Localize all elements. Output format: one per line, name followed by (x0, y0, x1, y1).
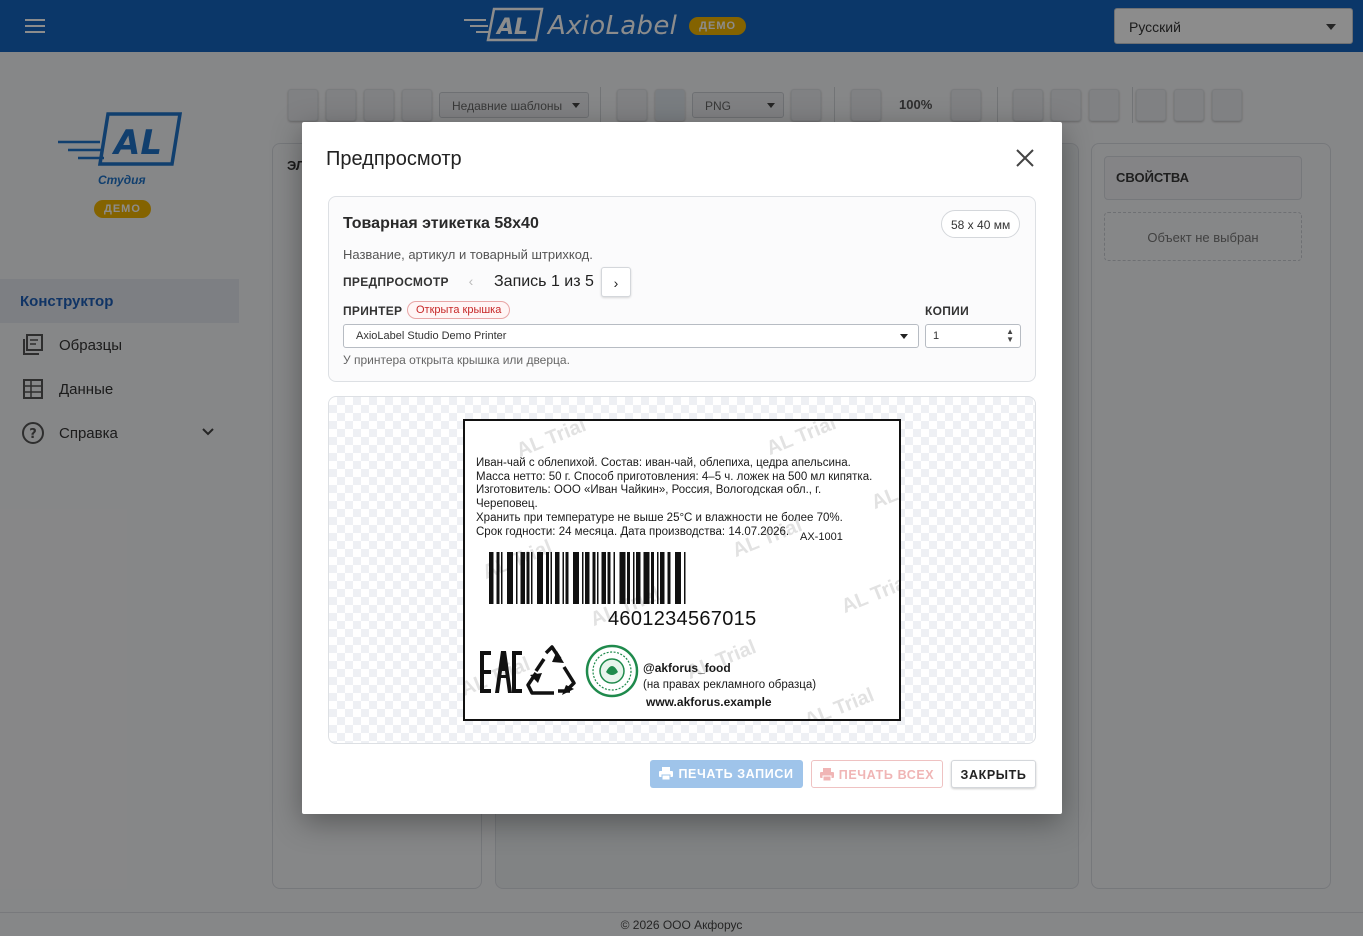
barcode-bar (526, 552, 530, 604)
copies-value: 1 (933, 330, 940, 342)
prev-record-button[interactable]: ‹ (457, 268, 485, 296)
print-all-label: ПЕЧАТЬ ВСЕХ (838, 768, 935, 782)
barcode-bar (546, 552, 549, 604)
barcode-bar (667, 552, 671, 604)
barcode-bar (585, 552, 590, 604)
barcode (489, 552, 686, 604)
composition-line: Череповец. (476, 498, 538, 510)
barcode-bar (633, 552, 635, 604)
watermark: AL Trial (868, 466, 901, 514)
barcode-bar (582, 552, 584, 604)
printer-icon (659, 767, 674, 781)
printer-icon (819, 768, 834, 782)
close-button[interactable]: ЗАКРЫТЬ (951, 760, 1036, 788)
barcode-bar (627, 552, 630, 604)
composition-line: Срок годности: 24 месяца. Дата производс… (476, 526, 790, 538)
barcode-bar (489, 552, 494, 604)
barcode-bar (613, 552, 615, 604)
barcode-bar (531, 552, 533, 604)
preview-label: ПРЕДПРОСМОТР (343, 275, 449, 289)
barcode-bar (573, 552, 579, 604)
copies-label: КОПИИ (925, 304, 970, 318)
barcode-bar (657, 552, 659, 604)
social-handle: @akforus_food (643, 661, 731, 675)
barcode-bar (537, 552, 543, 604)
barcode-bar (520, 552, 525, 604)
barcode-bar (619, 552, 626, 604)
barcode-bar (565, 552, 569, 604)
template-description: Название, артикул и товарный штрихкод. (343, 247, 593, 262)
article-code: AX-1001 (800, 531, 843, 543)
print-all-button[interactable]: ПЕЧАТЬ ВСЕХ (811, 760, 943, 788)
recycle-icon (526, 645, 576, 695)
barcode-bar (601, 552, 606, 604)
print-record-button[interactable]: ПЕЧАТЬ ЗАПИСИ (650, 760, 803, 788)
printer-status-badge: Открыта крышка (407, 301, 511, 319)
barcode-bar (651, 552, 654, 604)
barcode-bar (550, 552, 552, 604)
next-record-button[interactable]: › (601, 267, 631, 297)
label-preview-area: AL Trial AL Trial AL Trial AL Trial AL T… (328, 396, 1036, 744)
size-chip: 58 x 40 мм (941, 210, 1021, 238)
printer-warning: У принтера открыта крышка или дверца. (343, 353, 570, 367)
barcode-bar (675, 552, 681, 604)
template-name: Товарная этикетка 58x40 (343, 215, 539, 232)
stepper-icon[interactable]: ▲ ▼ (1006, 328, 1014, 344)
composition-line: Изготовитель: ООО «Иван Чайкин», Россия,… (476, 484, 822, 496)
barcode-bar (516, 552, 518, 604)
printer-label: ПРИНТЕР (343, 304, 403, 318)
close-icon[interactable] (1014, 147, 1036, 169)
barcode-bar (501, 552, 503, 604)
quality-seal-icon (585, 644, 639, 698)
composition-line: Иван-чай с облепихой. Состав: иван-чай, … (476, 457, 851, 469)
barcode-bar (592, 552, 596, 604)
preview-dialog: Предпросмотр Товарная этикетка 58x40 58 … (302, 122, 1062, 814)
ad-note: (на правах рекламного образца) (643, 679, 817, 691)
watermark: AL Trial (763, 419, 840, 460)
label-preview: AL Trial AL Trial AL Trial AL Trial AL T… (463, 419, 901, 721)
printer-select[interactable]: AxioLabel Studio Demo Printer (343, 324, 919, 348)
barcode-bar (496, 552, 500, 604)
website: www.akforus.example (646, 695, 772, 709)
barcode-bar (555, 552, 560, 604)
eac-mark-icon (480, 651, 522, 693)
barcode-bar (643, 552, 650, 604)
print-record-label: ПЕЧАТЬ ЗАПИСИ (678, 767, 794, 781)
composition-line: Масса нетто: 50 г. Способ приготовления:… (476, 471, 873, 483)
barcode-bar (660, 552, 665, 604)
composition-line: Хранить при температуре не выше 25°С и в… (476, 512, 843, 524)
dialog-title: Предпросмотр (326, 148, 462, 170)
barcode-bar (597, 552, 599, 604)
barcode-number: 4601234567015 (608, 608, 757, 630)
printer-select-value: AxioLabel Studio Demo Printer (356, 330, 507, 342)
barcode-bar (636, 552, 641, 604)
chevron-down-icon (900, 334, 908, 339)
record-counter: Запись 1 из 5 (494, 273, 594, 290)
barcode-bar (684, 552, 686, 604)
barcode-bar (607, 552, 611, 604)
barcode-bar (507, 552, 513, 604)
barcode-bar (562, 552, 564, 604)
template-info-card: Товарная этикетка 58x40 58 x 40 мм Назва… (328, 196, 1036, 382)
copies-input[interactable]: 1 ▲ ▼ (925, 324, 1021, 348)
